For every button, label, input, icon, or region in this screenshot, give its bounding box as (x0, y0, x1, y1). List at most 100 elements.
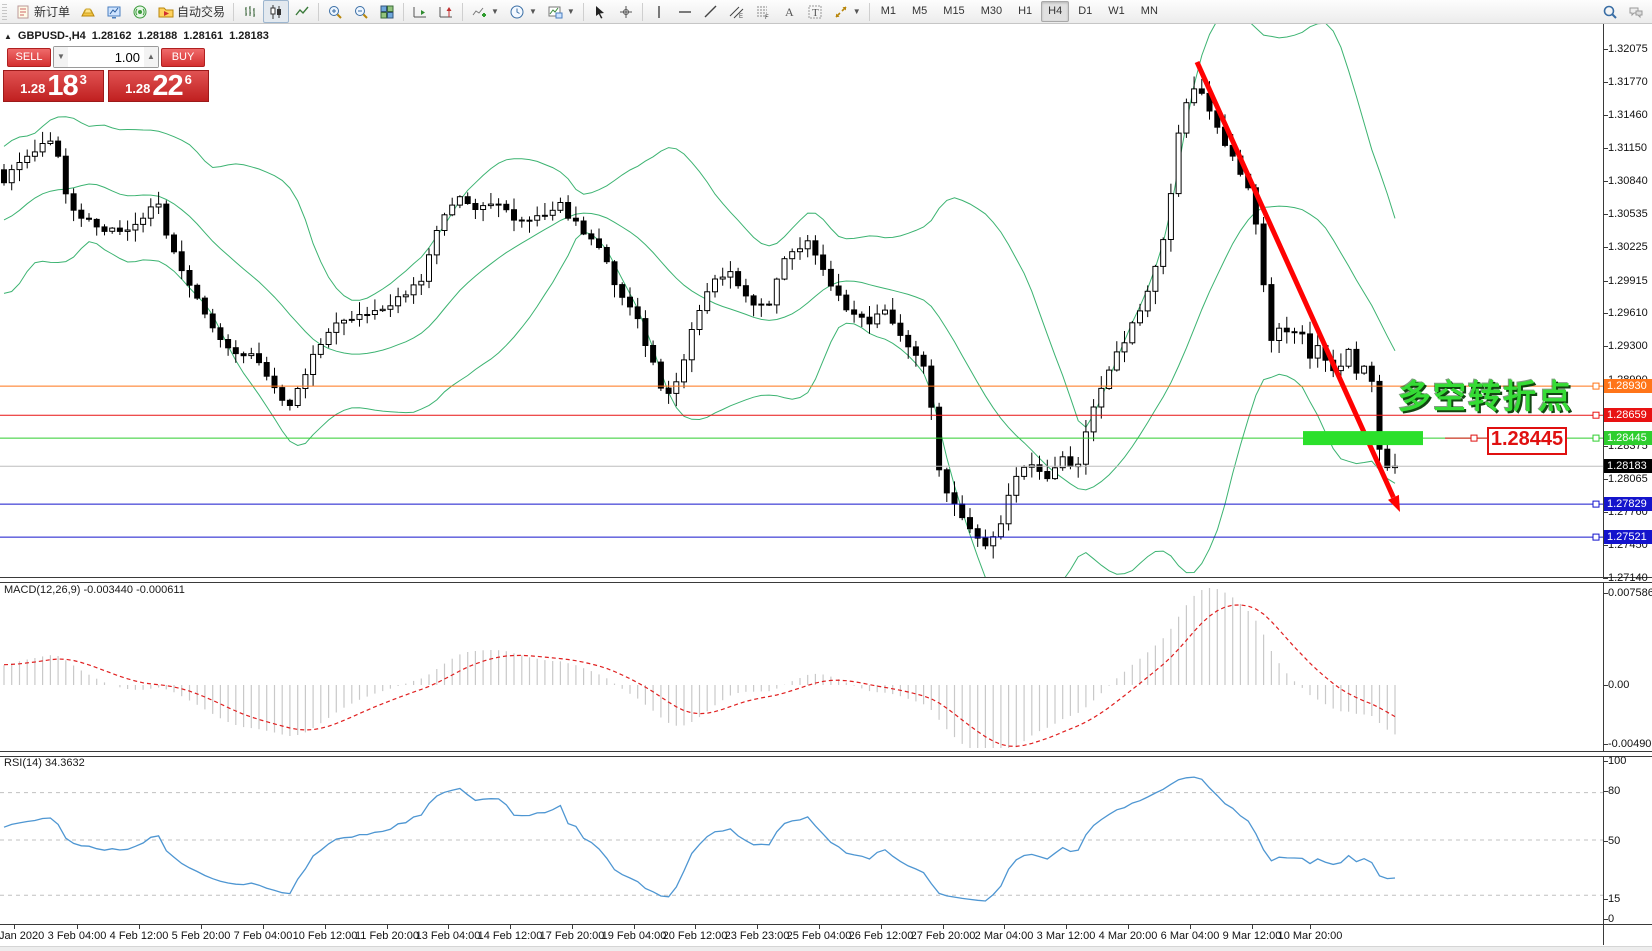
one-click-collapse-icon[interactable]: ▲ (4, 32, 12, 41)
timeframe-button-m15[interactable]: M15 (936, 1, 971, 22)
bar-low-value: 1.28161 (183, 30, 223, 42)
auto-scroll-button[interactable] (407, 0, 433, 23)
time-axis-label: 10 Mar 20:00 (1270, 930, 1350, 942)
gold-button[interactable] (75, 0, 101, 23)
tile-windows-button[interactable] (374, 0, 400, 23)
timeframe-button-m30[interactable]: M30 (974, 1, 1009, 22)
svg-text:A: A (785, 5, 794, 19)
main-price-pane[interactable] (0, 24, 1603, 580)
candlestick-chart-button[interactable] (263, 0, 289, 23)
vertical-line-icon (651, 4, 667, 20)
timeframe-button-m5[interactable]: M5 (905, 1, 934, 22)
price-axis-tick: 1.29610 (1608, 307, 1648, 319)
rsi-pane[interactable] (0, 753, 1603, 924)
zoom-in-button[interactable] (322, 0, 348, 23)
price-axis-tickmark (1603, 82, 1608, 83)
timeframe-button-w1[interactable]: W1 (1101, 1, 1132, 22)
time-axis-tickmark (695, 924, 696, 929)
buy-price-box[interactable]: 1.28 22 6 (108, 70, 209, 102)
sell-price-sup: 3 (80, 73, 87, 86)
time-axis-tickmark (943, 924, 944, 929)
price-axis-tick: 1.32075 (1608, 43, 1648, 55)
time-axis-tickmark (757, 924, 758, 929)
price-line-label-1.28659: 1.28659 (1604, 408, 1652, 422)
cursor-button[interactable] (587, 0, 613, 23)
bar-chart-button[interactable] (237, 0, 263, 23)
chart-window[interactable]: ▲ GBPUSD-,H4 1.28162 1.28188 1.28161 1.2… (0, 24, 1652, 951)
price-tag-annotation[interactable]: 1.28445 (1487, 427, 1567, 455)
new-order-button[interactable]: 新订单 (10, 0, 75, 23)
zoom-out-button[interactable] (348, 0, 374, 23)
crosshair-button[interactable] (613, 0, 639, 23)
toolbar-separator (462, 3, 463, 21)
sell-price-box[interactable]: 1.28 18 3 (3, 70, 104, 102)
pane-splitter[interactable] (0, 577, 1652, 583)
turning-point-annotation[interactable]: 多空转折点 (1398, 370, 1573, 418)
dropdown-caret-icon: ▼ (529, 7, 537, 16)
rsi-axis-tick: 80 (1608, 785, 1620, 797)
gold-ingot-icon (80, 4, 96, 20)
timeframe-button-mn[interactable]: MN (1134, 1, 1165, 22)
autotrading-button[interactable]: 自动交易 (153, 0, 230, 23)
timeframe-button-h4[interactable]: H4 (1041, 1, 1069, 22)
time-axis-border (0, 924, 1652, 925)
volume-input[interactable] (68, 47, 144, 67)
time-axis-tickmark (1066, 924, 1067, 929)
buy-button[interactable]: BUY (161, 48, 205, 67)
charts-window-button[interactable] (101, 0, 127, 23)
macd-axis-tickmark (1603, 685, 1608, 686)
timeframe-button-m1[interactable]: M1 (874, 1, 903, 22)
support-zone-annotation[interactable] (1303, 431, 1423, 445)
price-axis-tickmark (1603, 247, 1608, 248)
templates-button[interactable]: ▼ (542, 0, 580, 23)
one-click-trading-panel: SELL ▼ ▲ BUY 1.28 18 3 1.28 22 6 (3, 46, 209, 66)
toolbar-separator (318, 3, 319, 21)
timeframe-button-h1[interactable]: H1 (1011, 1, 1039, 22)
pane-splitter[interactable] (0, 751, 1652, 757)
price-line-label-1.28183: 1.28183 (1604, 459, 1652, 473)
volume-increase-button[interactable]: ▲ (144, 47, 158, 67)
horizontal-line-tool-button[interactable] (672, 0, 698, 23)
indicators-button[interactable]: ▼ (466, 0, 504, 23)
fibonacci-tool-button[interactable]: F (750, 0, 776, 23)
arrows-tool-button[interactable]: ▼ (828, 0, 866, 23)
price-axis-tickmark (1603, 313, 1608, 314)
chart-monitor-icon (106, 4, 122, 20)
chart-shift-button[interactable] (433, 0, 459, 23)
macd-axis-tick: -0.004906 (1608, 738, 1652, 750)
toolbar-separator (233, 3, 234, 21)
cursor-arrow-icon (592, 4, 608, 20)
text-label-tool-button[interactable]: T (802, 0, 828, 23)
vertical-line-tool-button[interactable] (646, 0, 672, 23)
rsi-value: 34.3632 (45, 757, 85, 769)
line-chart-button[interactable] (289, 0, 315, 23)
bar-high-value: 1.28188 (138, 30, 178, 42)
sell-button[interactable]: SELL (7, 48, 51, 67)
price-axis-tickmark (1603, 578, 1608, 579)
main-toolbar: 新订单 自动交易 (0, 0, 1652, 24)
dropdown-caret-icon: ▼ (853, 7, 861, 16)
macd-pane[interactable] (0, 580, 1603, 752)
price-axis-tick: 1.29915 (1608, 275, 1648, 287)
timeframe-button-d1[interactable]: D1 (1071, 1, 1099, 22)
svg-text:E: E (739, 14, 743, 20)
channel-icon: E (729, 4, 745, 20)
search-icon[interactable] (1602, 4, 1618, 20)
rsi-axis-tick: 0 (1608, 913, 1614, 925)
zoom-in-icon (327, 4, 343, 20)
volume-decrease-button[interactable]: ▼ (54, 47, 68, 67)
chat-icon[interactable] (1628, 4, 1644, 20)
chart-ohlc-header: ▲ GBPUSD-,H4 1.28162 1.28188 1.28161 1.2… (4, 30, 269, 42)
periods-button[interactable]: ▼ (504, 0, 542, 23)
macd-axis-tick: 0.007586 (1608, 587, 1652, 599)
equidistant-channel-button[interactable]: E (724, 0, 750, 23)
price-axis-tick: 1.31150 (1608, 142, 1647, 154)
toolbar-drag-handle[interactable] (2, 4, 7, 20)
time-axis-tickmark (201, 924, 202, 929)
text-tool-button[interactable]: A (776, 0, 802, 23)
bollinger-middle (4, 184, 1395, 490)
signals-button[interactable] (127, 0, 153, 23)
trendline-tool-button[interactable] (698, 0, 724, 23)
horizontal-line-icon (677, 4, 693, 20)
time-axis-tickmark (881, 924, 882, 929)
